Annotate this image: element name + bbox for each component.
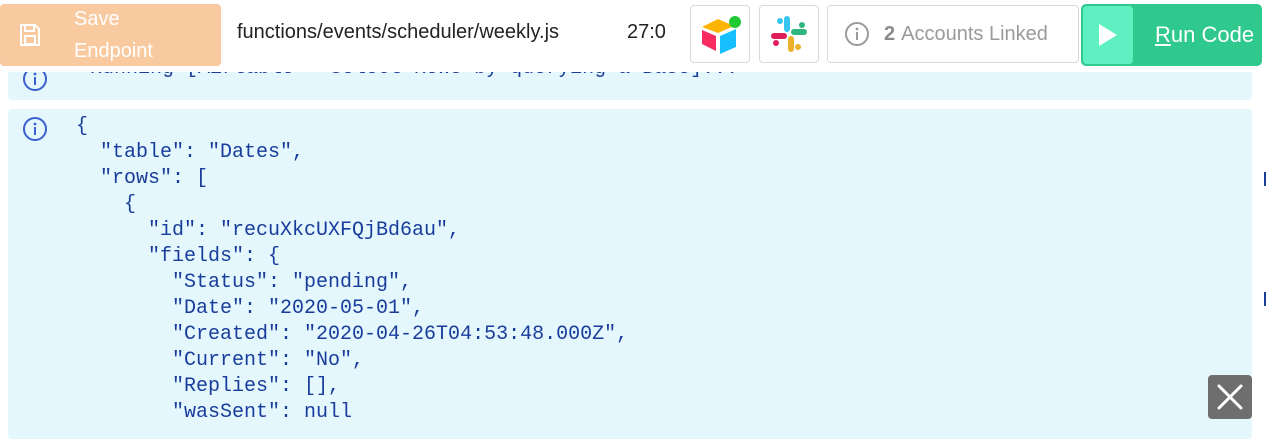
- accounts-label: Accounts Linked: [901, 22, 1048, 45]
- toolbar: Save Endpoint functions/events/scheduler…: [0, 0, 1270, 72]
- log-entry-result: { "table": "Dates", "rows": [ { "id": "r…: [8, 109, 1252, 439]
- output-line: "wasSent": null: [76, 401, 353, 424]
- output-line: {: [76, 115, 89, 138]
- run-code-label-rest: un Code: [1170, 22, 1255, 47]
- output-line: "table": "Dates",: [76, 141, 305, 164]
- output-line: "Created": "2020-04-26T04:53:48.000Z",: [76, 323, 629, 346]
- output-line: "fields": {: [76, 245, 281, 268]
- info-icon: [23, 117, 47, 141]
- close-button[interactable]: [1208, 375, 1252, 419]
- play-icon-box: [1083, 6, 1133, 64]
- run-code-label: Run Code: [1155, 22, 1254, 48]
- save-endpoint-label: Save Endpoint: [74, 8, 153, 62]
- accounts-linked-button[interactable]: 2 Accounts Linked: [827, 5, 1079, 63]
- output-line: {: [76, 193, 137, 216]
- console-output: Running [Airtable → Select Rows by query…: [0, 62, 1270, 439]
- play-icon: [1099, 24, 1117, 46]
- cursor-position: 27:0: [627, 21, 666, 43]
- output-line: "Current": "No",: [76, 349, 365, 372]
- output-line: "id": "recuXkcUXFQjBd6au",: [76, 219, 461, 242]
- accounts-count: 2: [884, 22, 896, 45]
- save-icon: [20, 24, 40, 46]
- scroll-marker: [1264, 172, 1266, 186]
- run-code-shortcut-letter: R: [1155, 22, 1171, 47]
- airtable-icon: [702, 16, 741, 54]
- run-code-button[interactable]: Run Code: [1081, 4, 1262, 66]
- output-line: "rows": [: [76, 167, 209, 190]
- save-endpoint-button[interactable]: Save Endpoint: [0, 4, 221, 66]
- output-line: "Date": "2020-05-01",: [76, 297, 425, 320]
- airtable-button[interactable]: [690, 5, 750, 63]
- file-path: functions/events/scheduler/weekly.js: [237, 21, 560, 43]
- slack-button[interactable]: [759, 5, 819, 63]
- close-icon: [1217, 384, 1243, 410]
- output-line: "Status": "pending",: [76, 271, 413, 294]
- json-output: { "table": "Dates", "rows": [ { "id": "r…: [76, 114, 628, 426]
- slack-icon: [771, 16, 807, 52]
- output-line: "Replies": [],: [76, 375, 341, 398]
- info-icon: [845, 22, 869, 46]
- scroll-marker: [1264, 292, 1266, 306]
